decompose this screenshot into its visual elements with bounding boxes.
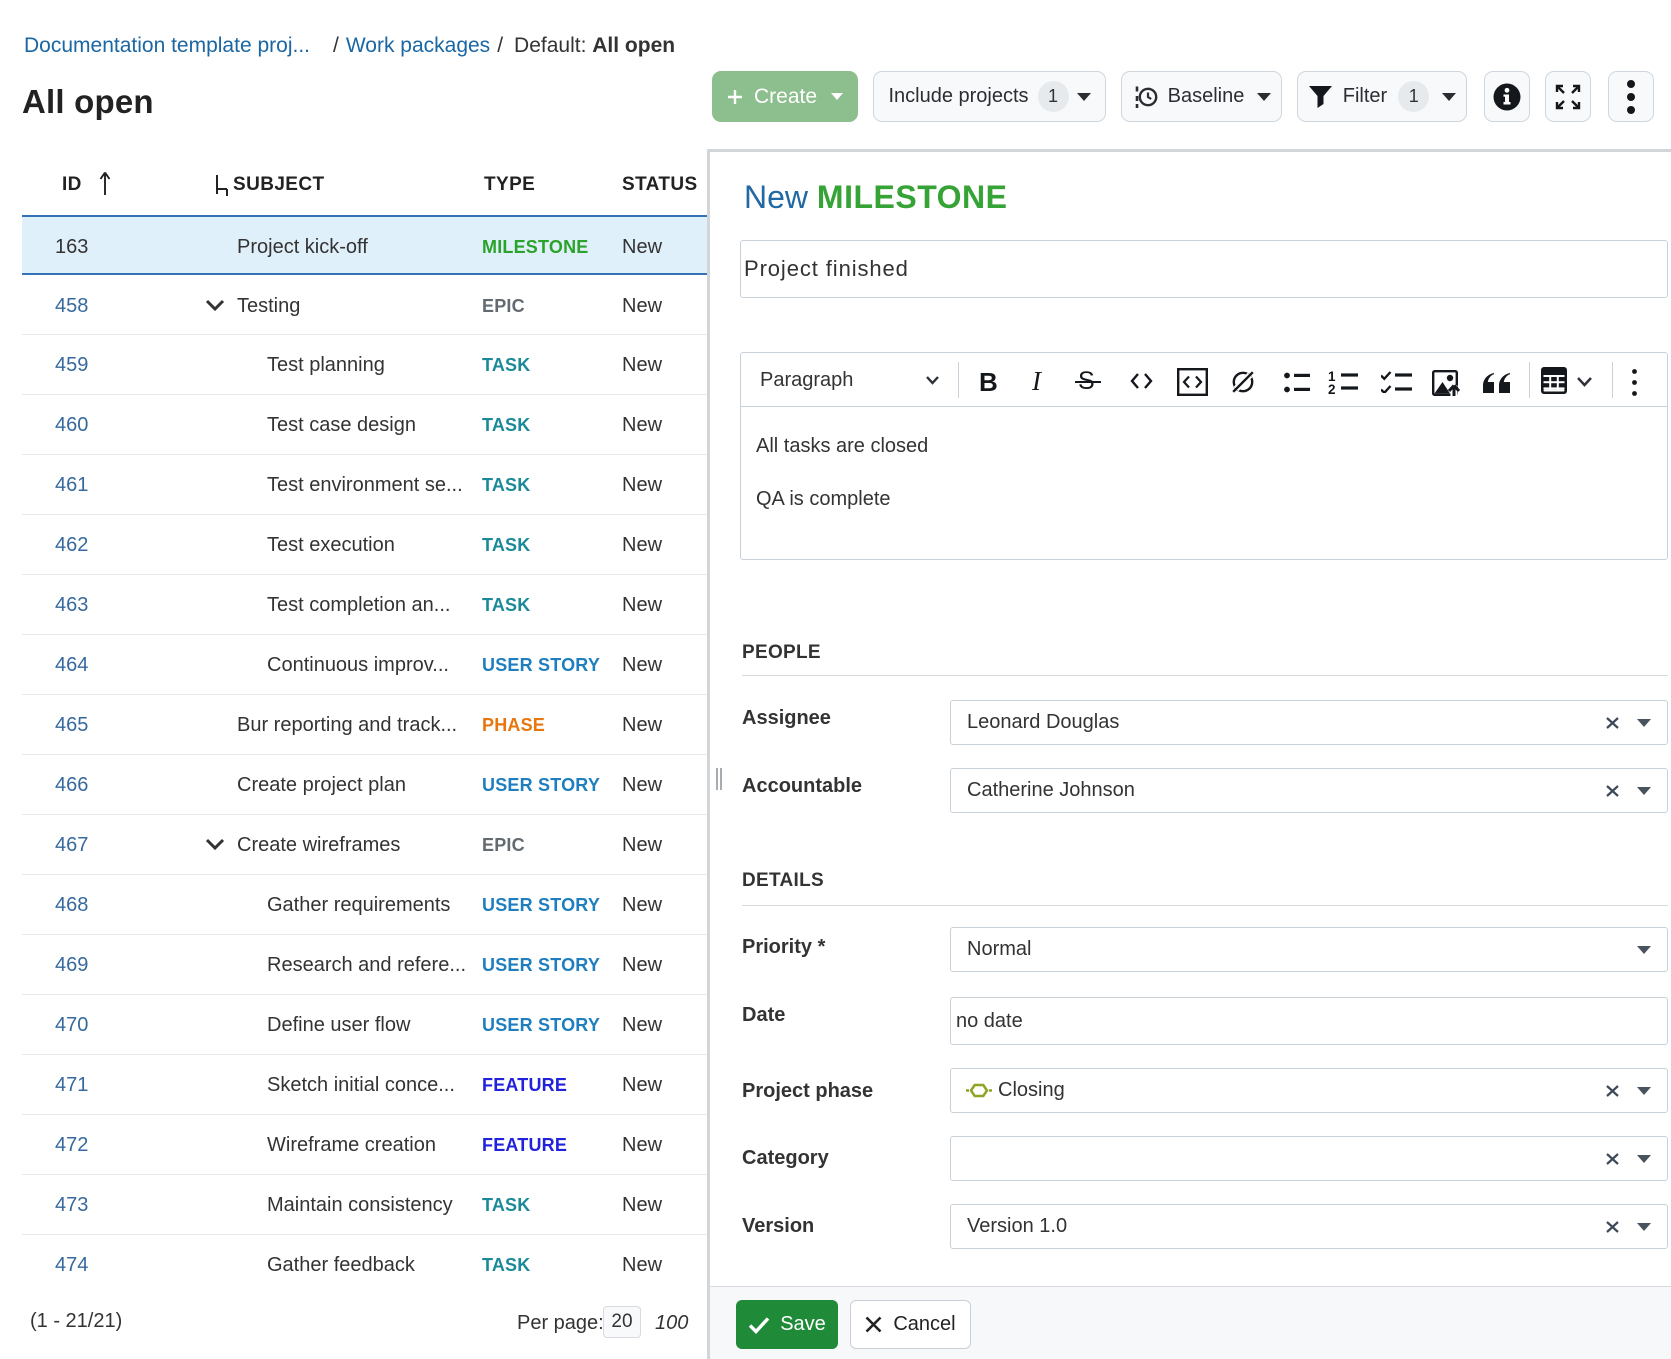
svg-text:2: 2 (1328, 382, 1336, 394)
